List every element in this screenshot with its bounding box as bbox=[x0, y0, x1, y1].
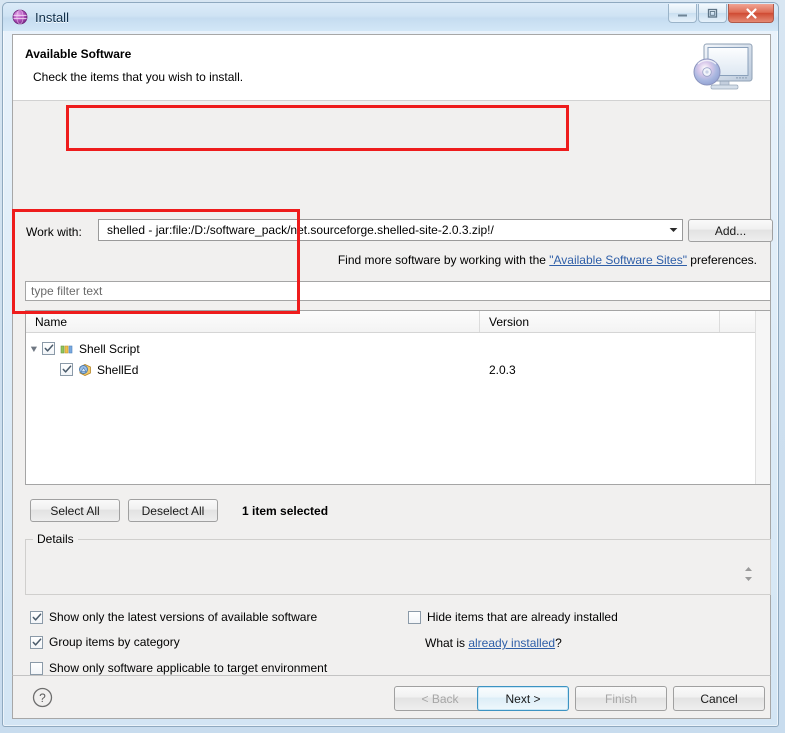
details-legend: Details bbox=[33, 532, 78, 546]
work-with-label: Work with: bbox=[26, 225, 82, 239]
row-version-shelled: 2.0.3 bbox=[489, 362, 516, 377]
tree-body: Shell Script ShellEd 2.0.3 bbox=[26, 338, 770, 380]
deselect-all-label: Deselect All bbox=[141, 503, 205, 518]
wizard-panel: Available Software Check the items that … bbox=[12, 34, 773, 701]
tree-vertical-scrollbar[interactable] bbox=[755, 311, 770, 484]
find-more-prefix: Find more software by working with the bbox=[337, 253, 550, 267]
find-more-suffix: preferences. bbox=[686, 253, 757, 267]
back-button-label: < Back bbox=[421, 691, 459, 706]
available-software-sites-link[interactable]: "Available Software Sites" bbox=[549, 253, 687, 267]
next-button-label: Next > bbox=[505, 691, 541, 706]
select-all-button[interactable]: Select All bbox=[30, 499, 120, 522]
category-bars-icon bbox=[59, 341, 75, 357]
option-group-by-category[interactable]: Group items by category bbox=[30, 635, 180, 649]
row-name-shell-script: Shell Script bbox=[79, 341, 140, 356]
spinner-up-down-icon[interactable] bbox=[742, 563, 754, 585]
select-all-label: Select All bbox=[50, 503, 100, 518]
add-button[interactable]: Add... bbox=[688, 219, 773, 242]
page-title: Available Software bbox=[25, 47, 132, 61]
add-button-label: Add... bbox=[714, 223, 747, 238]
work-with-value[interactable]: shelled - jar:file:/D:/software_pack/net… bbox=[99, 223, 665, 237]
option-hide-installed[interactable]: Hide items that are already installed bbox=[408, 610, 618, 624]
option-checkbox-group-category[interactable] bbox=[30, 635, 43, 649]
close-icon bbox=[744, 7, 759, 20]
tree-name-cell[interactable]: Shell Script bbox=[26, 341, 480, 357]
install-window: Install Available Software Check the ite… bbox=[2, 2, 779, 727]
tree-header-row: Name Version bbox=[26, 311, 770, 333]
finish-button[interactable]: Finish bbox=[575, 686, 667, 711]
option-target-environment[interactable]: Show only software applicable to target … bbox=[30, 661, 327, 675]
software-tree-table[interactable]: Name Version Shell Script ShellEd 2.0.3 bbox=[25, 310, 771, 485]
window-title: Install bbox=[35, 9, 69, 25]
window-controls bbox=[667, 4, 774, 23]
page-subtitle: Check the items that you wish to install… bbox=[33, 70, 244, 84]
what-is-already-installed-text: What is already installed? bbox=[425, 636, 562, 650]
expand-collapse-arrow-icon[interactable] bbox=[26, 345, 42, 353]
window-titlebar: Install bbox=[3, 3, 778, 31]
svg-text:?: ? bbox=[39, 691, 46, 705]
back-button[interactable]: < Back bbox=[394, 686, 486, 711]
what-is-suffix: ? bbox=[555, 636, 562, 650]
find-more-software-text: Find more software by working with the "… bbox=[338, 253, 757, 267]
option-checkbox-target-environment[interactable] bbox=[30, 661, 43, 675]
minimize-button[interactable] bbox=[668, 4, 697, 23]
wizard-banner: Available Software Check the items that … bbox=[13, 35, 770, 101]
option-checkbox-hide-installed[interactable] bbox=[408, 610, 421, 624]
option-label-target-environment: Show only software applicable to target … bbox=[49, 661, 328, 675]
column-header-version[interactable]: Version bbox=[480, 311, 720, 332]
column-header-name[interactable]: Name bbox=[26, 311, 480, 332]
monitor-disc-icon bbox=[690, 36, 762, 98]
tree-name-cell[interactable]: ShellEd bbox=[26, 362, 480, 378]
install-wizard-screenshot: Install Available Software Check the ite… bbox=[0, 0, 785, 733]
selection-status: 1 item selected bbox=[242, 504, 329, 518]
cancel-button-label: Cancel bbox=[700, 691, 738, 706]
filter-placeholder: type filter text bbox=[31, 284, 103, 298]
maximize-icon bbox=[706, 8, 719, 19]
chevron-down-icon[interactable] bbox=[665, 220, 682, 240]
next-button[interactable]: Next > bbox=[477, 686, 569, 711]
what-is-prefix: What is bbox=[425, 636, 469, 650]
option-label-group-category: Group items by category bbox=[49, 635, 180, 649]
maximize-button[interactable] bbox=[698, 4, 727, 23]
help-question-icon[interactable]: ? bbox=[32, 687, 53, 708]
table-row[interactable]: ShellEd 2.0.3 bbox=[26, 359, 770, 380]
work-with-combo[interactable]: shelled - jar:file:/D:/software_pack/net… bbox=[98, 219, 683, 241]
install-sphere-icon bbox=[12, 9, 28, 25]
wizard-footer: ? < Back Next > Finish Cancel bbox=[12, 675, 771, 719]
feature-plugin-icon bbox=[77, 362, 93, 378]
wizard-body: Work with: shelled - jar:file:/D:/softwa… bbox=[13, 101, 773, 701]
option-label-hide-installed: Hide items that are already installed bbox=[427, 610, 618, 624]
filter-input[interactable]: type filter text bbox=[25, 281, 771, 301]
finish-button-label: Finish bbox=[604, 691, 637, 706]
details-group bbox=[25, 539, 771, 595]
option-show-latest-versions[interactable]: Show only the latest versions of availab… bbox=[30, 610, 317, 624]
deselect-all-button[interactable]: Deselect All bbox=[128, 499, 218, 522]
already-installed-link[interactable]: already installed bbox=[468, 636, 555, 650]
minimize-icon bbox=[676, 9, 689, 18]
option-label-show-latest: Show only the latest versions of availab… bbox=[49, 610, 318, 624]
close-button[interactable] bbox=[728, 4, 774, 23]
cancel-button[interactable]: Cancel bbox=[673, 686, 765, 711]
row-checkbox-shelled[interactable] bbox=[60, 363, 73, 376]
option-checkbox-show-latest[interactable] bbox=[30, 610, 43, 624]
row-name-shelled: ShellEd bbox=[97, 362, 139, 377]
row-checkbox-shell-script[interactable] bbox=[42, 342, 55, 355]
table-row[interactable]: Shell Script bbox=[26, 338, 770, 359]
